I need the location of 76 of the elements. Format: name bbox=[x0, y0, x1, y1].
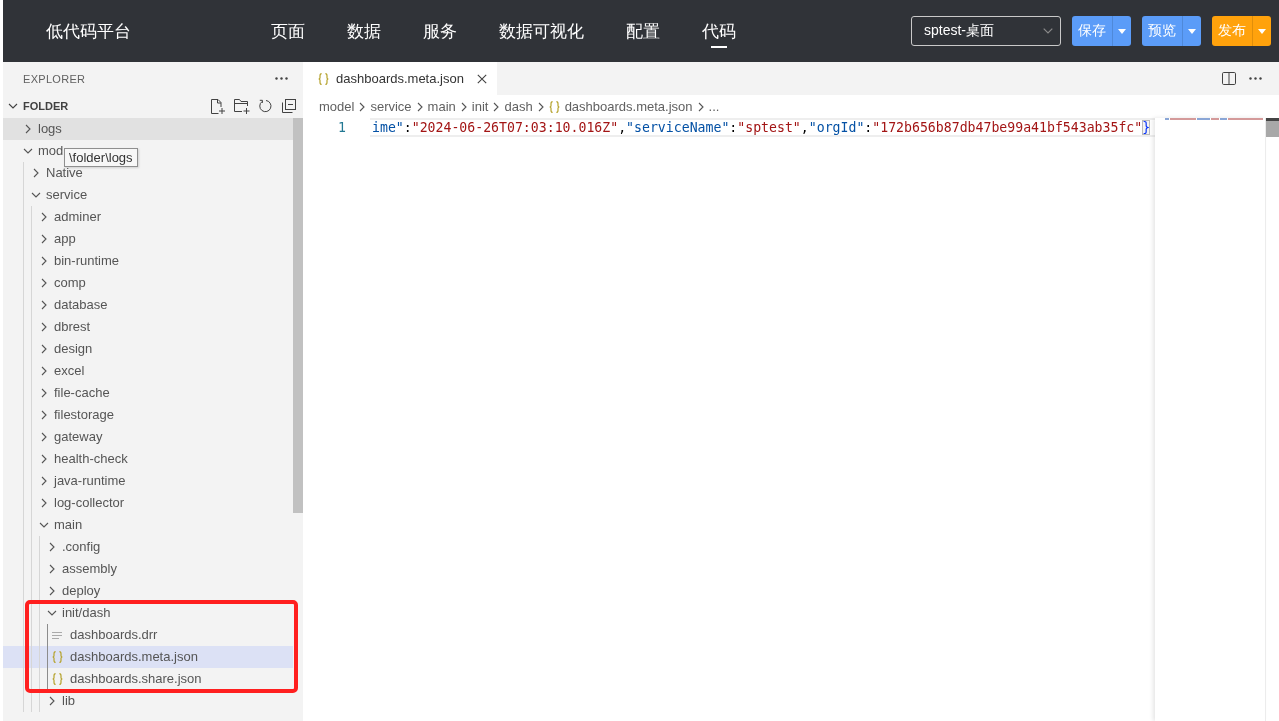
new-folder-icon[interactable] bbox=[234, 98, 250, 114]
tree-item[interactable]: service bbox=[28, 184, 88, 206]
tree-item[interactable]: dashboards.meta.json bbox=[52, 646, 198, 668]
tree-item[interactable]: log-collector bbox=[36, 492, 125, 514]
breadcrumb-item[interactable]: dash bbox=[504, 99, 533, 114]
tree-item[interactable]: adminer bbox=[36, 206, 101, 228]
tree-item[interactable]: dashboards.drr bbox=[52, 624, 158, 646]
braces-icon bbox=[52, 673, 63, 685]
chevron-down-icon[interactable] bbox=[8, 103, 18, 109]
nav-tab[interactable]: 配置 bbox=[626, 0, 660, 62]
tree-item[interactable]: design bbox=[36, 338, 93, 360]
caret-down-icon bbox=[1118, 28, 1126, 34]
tree-item[interactable]: init/dash bbox=[44, 602, 111, 624]
nav-tab[interactable]: 数据 bbox=[347, 0, 381, 62]
more-icon[interactable] bbox=[275, 77, 288, 80]
tree-item[interactable]: comp bbox=[36, 272, 86, 294]
scrollbar-thumb[interactable] bbox=[293, 118, 303, 513]
section-title[interactable]: FOLDER bbox=[23, 100, 69, 112]
path-tooltip: \folder\logs bbox=[64, 148, 138, 167]
breadcrumb-item[interactable]: service bbox=[370, 99, 412, 114]
tree-item[interactable]: bin-runtime bbox=[36, 250, 120, 272]
nav-tab[interactable]: 数据可视化 bbox=[499, 0, 584, 62]
tree-item[interactable]: filestorage bbox=[36, 404, 114, 426]
tree-item[interactable]: deploy bbox=[44, 580, 101, 602]
nav-tab[interactable]: 页面 bbox=[271, 0, 305, 62]
nav-tab[interactable]: 代码 bbox=[702, 0, 736, 62]
chevron-right-icon bbox=[359, 101, 366, 112]
app-logo: 低代码平台 bbox=[46, 20, 131, 43]
tree-item[interactable]: .config bbox=[44, 536, 101, 558]
tree-item[interactable]: gateway bbox=[36, 426, 103, 448]
breadcrumb-item[interactable]: model bbox=[319, 99, 355, 114]
tree-item[interactable]: dashboards.share.json bbox=[52, 668, 202, 690]
new-file-icon[interactable] bbox=[211, 98, 225, 114]
tree-item[interactable]: excel bbox=[36, 360, 85, 382]
editor-tab[interactable]: dashboards.meta.json bbox=[303, 62, 497, 95]
breadcrumb-item[interactable]: init bbox=[471, 99, 489, 114]
tree-item[interactable]: java-runtime bbox=[36, 470, 126, 492]
breadcrumb-item[interactable]: main bbox=[427, 99, 456, 114]
tree-item[interactable]: mod bbox=[20, 140, 64, 162]
tree-item[interactable]: health-check bbox=[36, 448, 128, 470]
chevron-right-icon bbox=[416, 101, 423, 112]
tree-item[interactable]: assembly bbox=[44, 558, 117, 580]
collapse-all-icon[interactable] bbox=[282, 99, 296, 113]
action-menu-button[interactable] bbox=[1112, 16, 1131, 46]
code-line: ime":"2024-06-26T07:03:10.016Z","serviceName":"sptest","orgId":"172b656b87db47be99a41bf543ab35fc"} bbox=[370, 118, 1155, 137]
chevron-down-icon bbox=[1043, 28, 1053, 34]
refresh-icon[interactable] bbox=[259, 99, 273, 113]
chevron-right-icon bbox=[697, 101, 704, 112]
breadcrumb-item[interactable]: dashboards.meta.json bbox=[548, 99, 693, 114]
breadcrumb-item[interactable]: ... bbox=[708, 99, 720, 114]
braces-icon bbox=[318, 72, 329, 85]
tree-item[interactable]: lib bbox=[44, 690, 75, 712]
split-editor-icon[interactable] bbox=[1222, 72, 1236, 85]
close-icon[interactable] bbox=[476, 73, 487, 84]
chevron-right-icon bbox=[493, 101, 500, 112]
tree-item[interactable]: logs bbox=[20, 118, 62, 140]
scrollbar-thumb[interactable] bbox=[1266, 118, 1279, 137]
project-select[interactable]: sptest-桌面 bbox=[911, 16, 1061, 46]
braces-icon bbox=[548, 100, 560, 113]
tree-item[interactable]: dbrest bbox=[36, 316, 91, 338]
action-menu-button[interactable] bbox=[1182, 16, 1201, 46]
tree-item[interactable]: file-cache bbox=[36, 382, 110, 404]
action-menu-button[interactable] bbox=[1252, 16, 1271, 46]
chevron-right-icon bbox=[460, 101, 467, 112]
tree-item[interactable]: app bbox=[36, 228, 76, 250]
tree-item[interactable]: main bbox=[36, 514, 83, 536]
more-icon[interactable] bbox=[1249, 77, 1262, 80]
text-lines-icon bbox=[52, 631, 62, 639]
nav-tab[interactable]: 服务 bbox=[423, 0, 457, 62]
chevron-right-icon bbox=[537, 101, 544, 112]
line-number: 1 bbox=[338, 120, 346, 135]
tree-item[interactable]: database bbox=[36, 294, 108, 316]
caret-down-icon bbox=[1188, 28, 1196, 34]
braces-icon bbox=[52, 651, 63, 663]
caret-down-icon bbox=[1258, 28, 1266, 34]
explorer-title: EXPLORER bbox=[23, 72, 86, 85]
